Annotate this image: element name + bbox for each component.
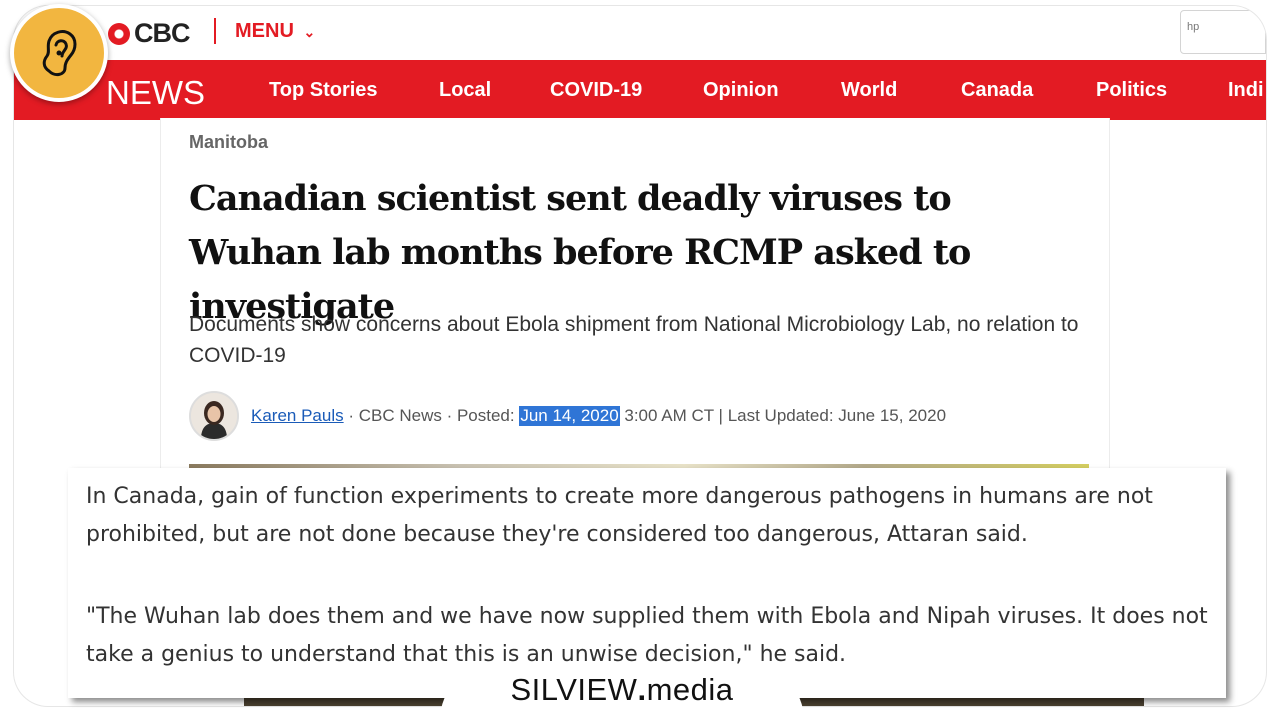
cbc-logo[interactable]: CBC xyxy=(108,18,190,49)
article-dek: Documents show concerns about Ebola ship… xyxy=(189,313,1079,367)
chevron-down-icon: ⌄ xyxy=(303,24,316,40)
ear-logo-badge xyxy=(10,4,108,102)
nav-world[interactable]: World xyxy=(841,79,897,102)
author-link[interactable]: Karen Pauls xyxy=(251,406,344,426)
watermark-name: SILVIEW xyxy=(510,672,638,707)
nav-local[interactable]: Local xyxy=(439,79,491,102)
nav-indigenous-truncated[interactable]: Indi xyxy=(1228,79,1264,102)
news-section-title[interactable]: NEWS xyxy=(106,74,205,112)
silview-watermark: SILVIEW . media xyxy=(440,664,804,720)
menu-label: MENU xyxy=(235,20,294,42)
nav-politics[interactable]: Politics xyxy=(1096,79,1167,102)
byline-time-updated: 3:00 AM CT | Last Updated: June 15, 2020 xyxy=(619,406,947,425)
byline: Karen Pauls · CBC News · Posted: Jun 14,… xyxy=(189,390,946,442)
quote-paragraph-1: In Canada, gain of function experiments … xyxy=(86,484,1153,547)
quote-paragraph-2: "The Wuhan lab does them and we have now… xyxy=(86,604,1208,667)
cbc-logo-text: CBC xyxy=(134,18,190,48)
nav-canada[interactable]: Canada xyxy=(961,79,1033,102)
section-navbar: NEWS Top Stories Local COVID-19 Opinion … xyxy=(14,60,1266,120)
watermark-suffix: media xyxy=(646,672,734,707)
nav-opinion[interactable]: Opinion xyxy=(703,79,779,102)
cbc-gem-icon xyxy=(108,22,130,45)
author-photo-icon xyxy=(191,393,237,439)
byline-outlet: · CBC News · Posted: xyxy=(343,406,520,425)
top-header: CBC MENU ⌄ hp xyxy=(14,6,1266,60)
author-avatar[interactable] xyxy=(189,391,239,441)
nav-covid-19[interactable]: COVID-19 xyxy=(550,79,642,102)
search-input[interactable]: hp xyxy=(1180,10,1266,54)
header-divider xyxy=(214,18,216,44)
posted-date-selected: Jun 14, 2020 xyxy=(519,406,620,426)
nav-top-stories[interactable]: Top Stories xyxy=(269,79,378,102)
article-category[interactable]: Manitoba xyxy=(189,132,268,153)
article-header: Manitoba Canadian scientist sent deadly … xyxy=(160,118,1110,478)
menu-button[interactable]: MENU ⌄ xyxy=(235,20,315,43)
watermark-dot: . xyxy=(637,672,647,707)
ear-icon xyxy=(42,30,77,77)
